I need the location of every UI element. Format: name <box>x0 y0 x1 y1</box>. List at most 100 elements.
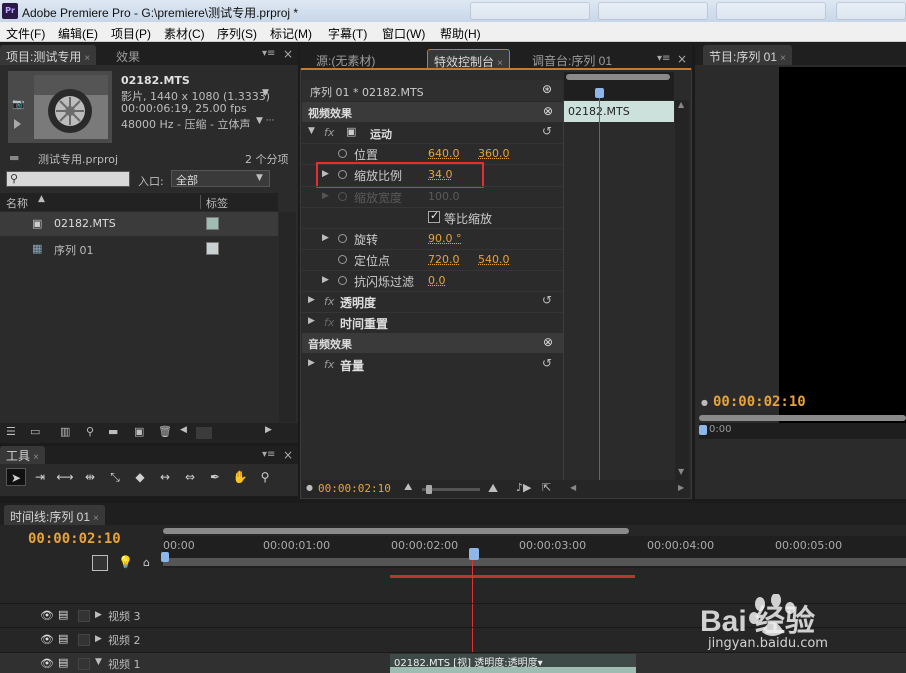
menu-edit[interactable]: 编辑(E) <box>58 25 98 42</box>
anchor-x-value[interactable]: 720.0 <box>428 253 460 266</box>
zoom-slider-thumb[interactable] <box>426 485 432 494</box>
label-swatch[interactable] <box>206 242 219 255</box>
collapse-icon[interactable]: ⊛ <box>542 82 552 96</box>
effect-row-motion[interactable]: ▼ fx ▣ 运动 ↺ <box>302 123 563 143</box>
playhead-handle[interactable] <box>595 88 604 98</box>
fx-icon[interactable]: fx <box>324 126 334 139</box>
collapse-icon[interactable]: ⊗ <box>543 104 553 118</box>
motion-transform-icon[interactable]: ▣ <box>346 125 356 138</box>
tab-source[interactable]: 源:(无素材) <box>310 49 381 69</box>
label-swatch[interactable] <box>206 217 219 230</box>
menu-help[interactable]: 帮助(H) <box>440 25 481 42</box>
panel-menu-icon[interactable]: ▾≡ <box>657 53 670 64</box>
expand-triangle-icon[interactable]: ▶ <box>322 169 329 179</box>
selection-icon[interactable]: ➤ <box>6 468 26 486</box>
snap-icon[interactable] <box>92 555 108 571</box>
hand-icon[interactable]: ✋ <box>230 468 250 486</box>
fx-icon[interactable]: fx <box>324 295 334 308</box>
lock-toggle[interactable] <box>78 658 90 670</box>
fx-icon[interactable]: fx <box>324 358 334 371</box>
stopwatch-icon[interactable] <box>338 170 347 179</box>
eye-icon[interactable]: 👁 <box>40 657 54 670</box>
close-icon[interactable]: × <box>93 513 99 524</box>
tab-effect-controls[interactable]: 特效控制台 × <box>427 49 510 69</box>
zoom-out-icon[interactable]: ⛰ <box>404 482 412 493</box>
playhead-handle[interactable] <box>469 548 479 560</box>
close-icon[interactable]: × <box>283 448 293 462</box>
background-tab[interactable] <box>470 2 590 20</box>
menu-clip[interactable]: 素材(C) <box>164 25 205 42</box>
panel-menu-icon[interactable]: ▾≡ <box>262 449 275 460</box>
tab-tools[interactable]: 工具 × <box>0 446 45 464</box>
menu-window[interactable]: 窗口(W) <box>382 25 425 42</box>
timeline-timecode[interactable]: 00:00:02:10 <box>28 531 121 547</box>
export-icon[interactable]: ⇱ <box>542 481 551 494</box>
timeline-zoom-bar[interactable] <box>163 528 629 534</box>
automate-icon[interactable]: ▥ <box>60 425 70 438</box>
lock-toggle[interactable] <box>78 610 90 622</box>
filmstrip-icon[interactable]: ▤ <box>58 632 68 645</box>
scroll-up-icon[interactable]: ▲ <box>678 100 684 109</box>
filmstrip-icon[interactable]: ▤ <box>58 656 68 669</box>
expand-triangle-icon[interactable]: ▶ <box>308 295 315 305</box>
scroll-right-icon[interactable]: ▶ <box>265 425 272 435</box>
icon-view-icon[interactable]: ▭ <box>30 425 40 438</box>
antiflicker-value[interactable]: 0.0 <box>428 274 446 287</box>
scroll-left-icon[interactable]: ◀ <box>570 483 576 492</box>
effect-row-volume[interactable]: ▶ fx 音量 ↺ <box>302 354 563 375</box>
mini-ruler[interactable] <box>564 72 674 100</box>
chevron-down-icon[interactable]: ▼ ··· <box>256 116 274 126</box>
scroll-left-icon[interactable]: ◀ <box>180 425 187 435</box>
work-area-start-handle[interactable] <box>161 552 169 562</box>
reset-icon[interactable]: ↺ <box>542 356 552 370</box>
scroll-thumb[interactable] <box>196 427 212 439</box>
expand-triangle-icon[interactable]: ▶ <box>308 316 315 326</box>
tab-program[interactable]: 节目:序列 01 × <box>703 45 792 65</box>
playhead-handle[interactable] <box>699 425 707 435</box>
close-icon[interactable]: × <box>33 452 39 463</box>
column-name[interactable]: 名称 <box>6 195 28 211</box>
panel-menu-icon[interactable]: ▾≡ <box>262 48 275 59</box>
work-area-bar[interactable] <box>163 558 906 566</box>
new-bin-icon[interactable]: ▬ <box>108 425 118 438</box>
pen-icon[interactable]: ✒ <box>205 468 225 486</box>
close-icon[interactable]: × <box>283 47 293 61</box>
entry-select[interactable]: 全部 ▼ <box>171 170 270 187</box>
expand-triangle-icon[interactable]: ▶ <box>322 233 329 243</box>
tab-audio-mixer[interactable]: 调音台:序列 01 <box>526 49 618 69</box>
rate-stretch-icon[interactable]: ⤡ <box>105 468 125 486</box>
expand-triangle-icon[interactable]: ▼ <box>95 657 102 667</box>
expand-triangle-icon[interactable]: ▶ <box>95 634 102 644</box>
ripple-edit-icon[interactable]: ⟷ <box>55 468 75 486</box>
vertical-scrollbar[interactable] <box>279 212 296 422</box>
uniform-scale-checkbox[interactable]: ✓ <box>428 209 440 223</box>
effect-row-time-remap[interactable]: ▶ fx 时间重置 <box>302 312 563 333</box>
stopwatch-icon[interactable] <box>338 234 347 243</box>
expand-triangle-icon[interactable]: ▶ <box>322 275 329 285</box>
timeline-clip[interactable]: 02182.MTS [视] 透明度:透明度▾ <box>390 654 636 673</box>
zoom-icon[interactable]: ⚲ <box>255 468 275 486</box>
lock-toggle[interactable] <box>78 634 90 646</box>
menu-project[interactable]: 项目(P) <box>111 25 151 42</box>
list-item[interactable]: ▣ 02182.MTS <box>0 212 278 236</box>
razor-icon[interactable]: ◆ <box>130 468 150 486</box>
background-tab[interactable] <box>836 2 906 20</box>
scroll-down-icon[interactable]: ▼ <box>678 467 684 476</box>
find-icon[interactable]: ⚲ <box>86 425 94 438</box>
anchor-y-value[interactable]: 540.0 <box>478 253 510 266</box>
tab-effects[interactable]: 效果 <box>110 45 146 65</box>
stopwatch-icon[interactable] <box>338 255 347 264</box>
expand-triangle-icon[interactable]: ▶ <box>95 610 102 620</box>
collapse-icon[interactable]: ⊗ <box>543 335 553 349</box>
zoom-in-icon[interactable]: ⛰ <box>488 481 498 496</box>
vertical-scrollbar[interactable]: ▲ ▼ <box>675 100 689 480</box>
program-zoom-bar[interactable] <box>699 415 906 421</box>
tab-timeline[interactable]: 时间线:序列 01 × <box>4 505 105 525</box>
stopwatch-icon[interactable] <box>338 149 347 158</box>
menu-file[interactable]: 文件(F) <box>6 25 45 42</box>
search-input[interactable]: ⚲ <box>6 171 130 187</box>
stopwatch-icon[interactable] <box>338 276 347 285</box>
column-divider[interactable] <box>200 195 201 209</box>
zoom-bar[interactable] <box>566 74 670 80</box>
position-x-value[interactable]: 640.0 <box>428 147 460 160</box>
